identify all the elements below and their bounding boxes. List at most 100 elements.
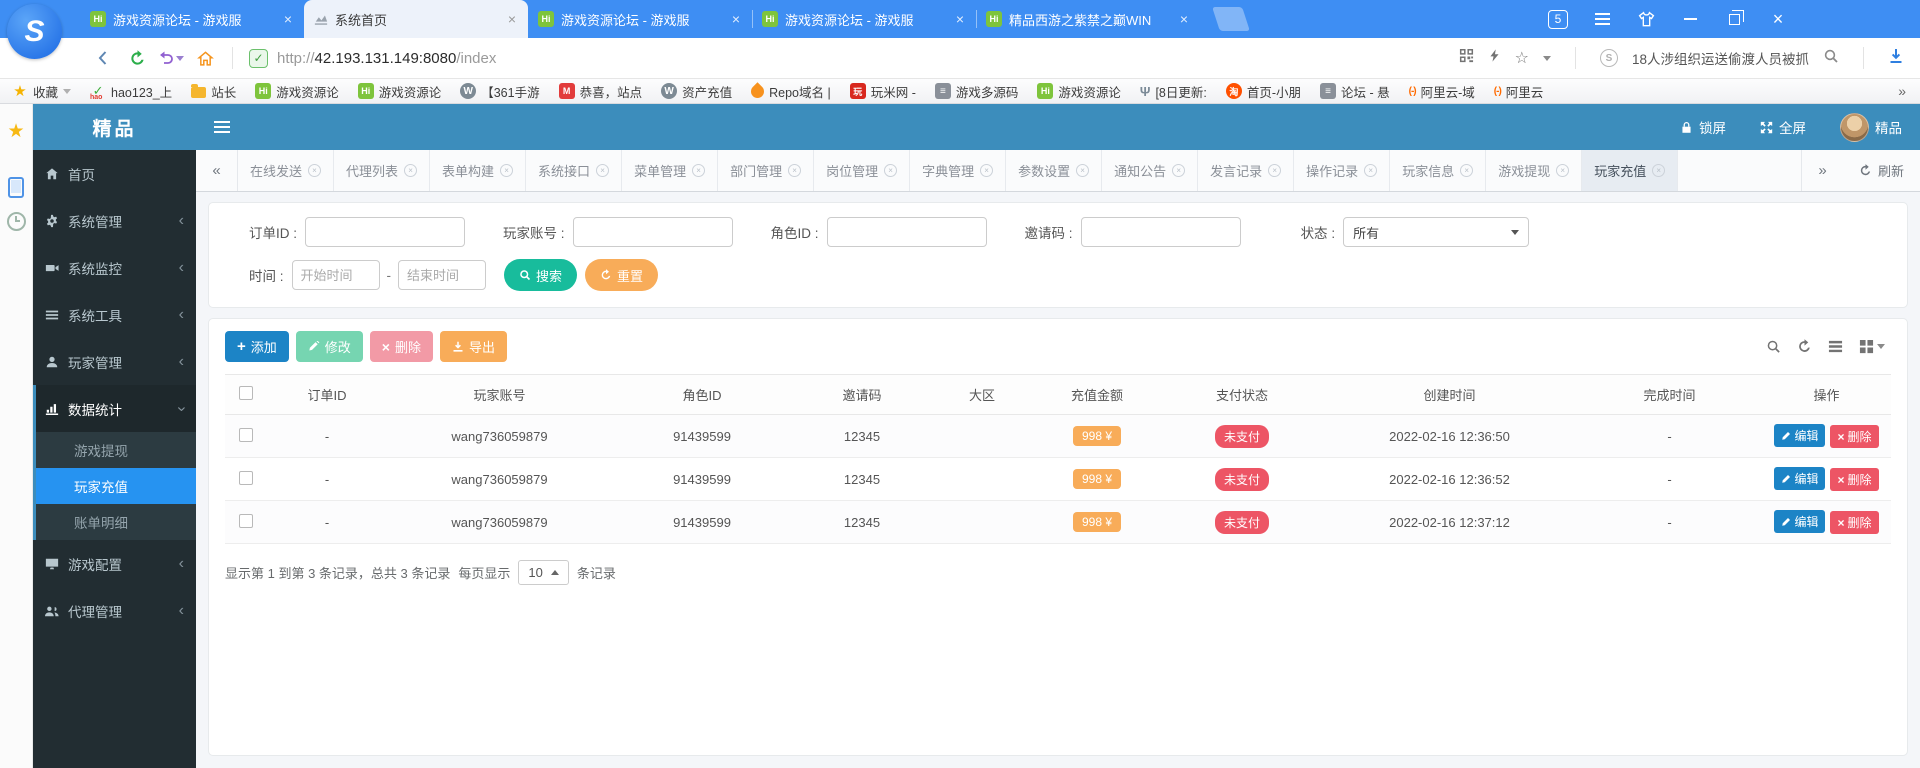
tab-close-icon[interactable] xyxy=(1460,164,1473,177)
table-card-view-icon[interactable] xyxy=(1828,339,1843,354)
tab-close-icon[interactable]: × xyxy=(506,11,518,27)
add-button[interactable]: 添加 xyxy=(225,331,289,362)
download-icon[interactable] xyxy=(1888,48,1904,69)
sidebar-toggle-icon[interactable] xyxy=(196,126,248,128)
tab-close-icon[interactable] xyxy=(308,164,321,177)
status-select[interactable]: 所有 xyxy=(1343,217,1529,247)
tab-close-icon[interactable] xyxy=(1652,164,1665,177)
app-tab[interactable]: 参数设置 xyxy=(1006,150,1102,191)
sidebar-item-system-tools[interactable]: 系统工具 xyxy=(33,291,196,338)
favorite-star-icon[interactable] xyxy=(1515,48,1529,68)
refresh-icon[interactable] xyxy=(120,44,154,72)
bookmark-item[interactable]: (-) 阿里云-域 xyxy=(1409,82,1475,101)
bookmark-item[interactable]: 玩 玩米网 - xyxy=(850,82,916,101)
tab-close-icon[interactable] xyxy=(692,164,705,177)
security-shield-icon[interactable] xyxy=(249,49,268,68)
app-tab[interactable]: 玩家信息 xyxy=(1390,150,1486,191)
delete-button[interactable]: 删除 xyxy=(370,331,433,362)
bookmark-item[interactable]: W 资产充值 xyxy=(661,82,732,101)
row-edit-button[interactable]: 编辑 xyxy=(1774,510,1825,533)
row-delete-button[interactable]: 删除 xyxy=(1830,511,1878,534)
user-menu[interactable]: 精品 xyxy=(1840,113,1902,142)
close-button[interactable]: × xyxy=(1756,0,1800,38)
row-checkbox[interactable] xyxy=(239,428,253,442)
bookmark-item[interactable]: 论坛 - 悬 xyxy=(1320,82,1390,101)
player-account-input[interactable] xyxy=(573,217,733,247)
tabs-scroll-left-icon[interactable] xyxy=(196,150,238,191)
search-icon[interactable] xyxy=(1823,48,1839,69)
undo-dropdown-caret-icon[interactable] xyxy=(176,56,184,61)
sidebar-subitem-game-withdraw[interactable]: 游戏提现 xyxy=(36,432,196,468)
tab-close-icon[interactable] xyxy=(596,164,609,177)
sidebar-item-game-config[interactable]: 游戏配置 xyxy=(33,540,196,587)
bookmarks-overflow-icon[interactable] xyxy=(1898,83,1906,99)
app-tab[interactable]: 代理列表 xyxy=(334,150,430,191)
browser-tab[interactable]: Hi 游戏资源论坛 - 游戏服 × xyxy=(752,0,976,38)
app-tab-active[interactable]: 玩家充值 xyxy=(1582,150,1678,191)
search-button[interactable]: 搜索 xyxy=(504,259,577,291)
row-delete-button[interactable]: 删除 xyxy=(1830,425,1878,448)
sidebar-item-system-monitor[interactable]: 系统监控 xyxy=(33,244,196,291)
bookmark-item[interactable]: Repo域名 | xyxy=(751,82,831,101)
order-id-input[interactable] xyxy=(305,217,465,247)
fullscreen-button[interactable]: 全屏 xyxy=(1760,117,1806,137)
sidebar-item-home[interactable]: 首页 xyxy=(33,150,196,197)
skin-theme-icon[interactable] xyxy=(1624,0,1668,38)
tab-close-icon[interactable]: × xyxy=(282,11,294,27)
tab-close-icon[interactable]: × xyxy=(1178,11,1190,27)
sidebar-item-agent-manage[interactable]: 代理管理 xyxy=(33,587,196,634)
app-tab[interactable]: 操作记录 xyxy=(1294,150,1390,191)
favorites-star-icon[interactable] xyxy=(7,120,24,143)
time-start-input[interactable] xyxy=(292,260,380,290)
app-tab[interactable]: 岗位管理 xyxy=(814,150,910,191)
tab-close-icon[interactable] xyxy=(1076,164,1089,177)
browser-tab-active[interactable]: 系统首页 × xyxy=(304,0,528,38)
tab-close-icon[interactable] xyxy=(1172,164,1185,177)
tab-close-icon[interactable] xyxy=(884,164,897,177)
reset-button[interactable]: 重置 xyxy=(585,259,658,291)
bookmark-item[interactable]: hao hao123_上 xyxy=(90,82,172,101)
table-refresh-icon[interactable] xyxy=(1797,339,1812,354)
app-tab[interactable]: 表单构建 xyxy=(430,150,526,191)
lock-screen-button[interactable]: 锁屏 xyxy=(1680,117,1726,137)
row-delete-button[interactable]: 删除 xyxy=(1830,468,1878,491)
home-icon[interactable] xyxy=(188,44,222,72)
sidebar-subitem-bill-detail[interactable]: 账单明细 xyxy=(36,504,196,540)
bookmark-item[interactable]: Ψ [8日更新: xyxy=(1140,82,1207,101)
row-checkbox[interactable] xyxy=(239,514,253,528)
tab-close-icon[interactable] xyxy=(500,164,513,177)
time-end-input[interactable] xyxy=(398,260,486,290)
browser-tab[interactable]: Hi 游戏资源论坛 - 游戏服 × xyxy=(528,0,752,38)
undo-icon[interactable] xyxy=(154,44,188,72)
sidebar-subitem-player-recharge[interactable]: 玩家充值 xyxy=(36,468,196,504)
tab-close-icon[interactable] xyxy=(404,164,417,177)
invite-code-input[interactable] xyxy=(1081,217,1241,247)
history-clock-icon[interactable] xyxy=(7,212,26,231)
bookmark-item[interactable]: Hi 游戏资源论 xyxy=(358,82,442,101)
browser-menu-icon[interactable] xyxy=(1580,0,1624,38)
tab-count-button[interactable]: 5 xyxy=(1548,10,1568,29)
app-tab[interactable]: 在线发送 xyxy=(238,150,334,191)
tab-refresh-button[interactable]: 刷新 xyxy=(1843,150,1920,191)
hot-search-text[interactable]: 18人涉组织运送偷渡人员被抓 xyxy=(1632,48,1809,68)
app-tab[interactable]: 部门管理 xyxy=(718,150,814,191)
sidebar-item-system-manage[interactable]: 系统管理 xyxy=(33,197,196,244)
bookmark-favorites[interactable]: 收藏 xyxy=(12,82,71,101)
restore-button[interactable] xyxy=(1712,0,1756,38)
export-button[interactable]: 导出 xyxy=(440,331,507,362)
app-tab[interactable]: 通知公告 xyxy=(1102,150,1198,191)
bookmark-item[interactable]: Hi 游戏资源论 xyxy=(1037,82,1121,101)
role-id-input[interactable] xyxy=(827,217,987,247)
tab-close-icon[interactable]: × xyxy=(954,11,966,27)
bookmark-item[interactable]: 淘 首页-小朋 xyxy=(1226,82,1301,101)
bookmark-item[interactable]: W 【361手游 xyxy=(460,82,539,101)
tab-close-icon[interactable] xyxy=(788,164,801,177)
tab-close-icon[interactable] xyxy=(1364,164,1377,177)
tab-close-icon[interactable] xyxy=(980,164,993,177)
favorite-dropdown-caret-icon[interactable] xyxy=(1543,56,1551,61)
mobile-panel-icon[interactable] xyxy=(8,177,24,198)
select-all-checkbox[interactable] xyxy=(239,386,253,400)
new-tab-button[interactable] xyxy=(1212,7,1250,31)
app-tab[interactable]: 游戏提现 xyxy=(1486,150,1582,191)
table-columns-icon[interactable] xyxy=(1859,339,1885,354)
